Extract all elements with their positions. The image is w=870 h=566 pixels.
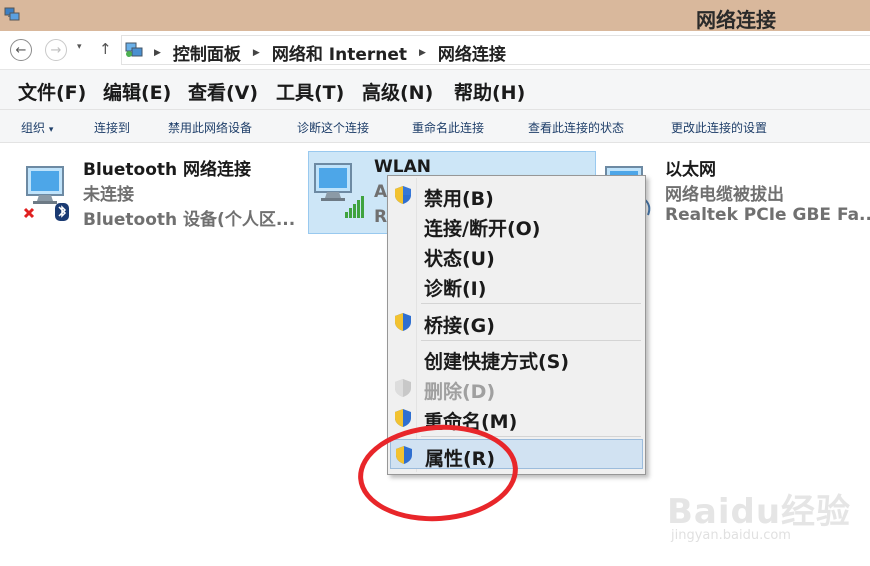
breadcrumb: ▶ 控制面板 ▶ 网络和 Internet ▶ 网络连接 [148,40,506,65]
breadcrumb-separator-icon[interactable]: ▶ [154,48,161,58]
uac-shield-icon [395,409,411,427]
menu-tools[interactable]: 工具(T) [276,78,344,105]
menu-separator [421,303,641,304]
menu-item-label: 连接/断开(O) [424,218,541,240]
breadcrumb-network-connections[interactable]: 网络连接 [438,40,506,65]
menu-item-label: 创建快捷方式(S) [424,351,570,373]
address-bar: ← → ▾ ↑ ▶ 控制面板 ▶ 网络和 Internet ▶ 网络连接 [0,31,870,69]
recent-locations-chevron-icon[interactable]: ▾ [77,42,82,52]
connection-status: 未连接 [83,185,134,205]
control-panel-network-icon [125,42,143,57]
rename-button[interactable]: 重命名此连接 [412,119,484,136]
watermark-url: jingyan.baidu.com [671,528,791,543]
forward-button[interactable]: → [45,39,67,61]
menu-help[interactable]: 帮助(H) [454,78,525,105]
diagnose-button[interactable]: 诊断这个连接 [297,119,369,136]
menu-item-status[interactable]: 状态(U) [390,240,643,270]
breadcrumb-separator-icon[interactable]: ▶ [419,48,426,58]
connect-to-button[interactable]: 连接到 [94,119,130,136]
watermark: Baidu经验 jingyan.baidu.com [665,480,865,560]
menu-item-delete: 删除(D) [390,373,643,403]
arrow-right-icon: → [50,42,62,58]
menu-item-label: 删除(D) [424,381,496,403]
breadcrumb-separator-icon[interactable]: ▶ [253,48,260,58]
connection-device: R [374,207,388,227]
chevron-down-icon: ▾ [48,125,54,135]
breadcrumb-control-panel[interactable]: 控制面板 [173,40,241,65]
watermark-brand: Baidu经验 [667,492,852,532]
address-box[interactable]: ▶ 控制面板 ▶ 网络和 Internet ▶ 网络连接 [121,35,870,65]
connection-bluetooth[interactable]: Bluetooth 网络连接 未连接 Bluetooth 设备(个人区... [17,155,301,235]
arrow-left-icon: ← [15,42,27,58]
view-status-button[interactable]: 查看此连接的状态 [528,119,624,136]
disable-device-button[interactable]: 禁用此网络设备 [168,119,252,136]
wlan-network-icon [314,163,364,218]
organize-button[interactable]: 组织 ▾ [21,119,53,136]
menu-item-connect-disconnect[interactable]: 连接/断开(O) [390,210,643,240]
menu-item-label: 诊断(I) [424,278,487,300]
title-bar: 网络连接 [0,0,870,32]
back-button[interactable]: ← [10,39,32,61]
menu-item-diagnose[interactable]: 诊断(I) [390,270,643,300]
menu-advanced[interactable]: 高级(N) [362,78,433,105]
uac-shield-icon [395,186,411,204]
menu-item-bridge[interactable]: 桥接(G) [390,307,643,337]
command-bar: 组织 ▾ 连接到 禁用此网络设备 诊断这个连接 重命名此连接 查看此连接的状态 … [0,109,870,143]
uac-shield-icon [395,313,411,331]
menu-item-label: 禁用(B) [424,188,494,210]
organize-label: 组织 [21,121,46,135]
menu-item-label: 桥接(G) [424,315,495,337]
menu-file[interactable]: 文件(F) [18,78,86,105]
up-arrow-icon[interactable]: ↑ [99,40,112,58]
connection-status: A [374,182,388,202]
connection-device: Realtek PCIe GBE Fa... [665,205,870,225]
change-settings-button[interactable]: 更改此连接的设置 [671,119,767,136]
bluetooth-network-icon [23,166,69,221]
menu-item-create-shortcut[interactable]: 创建快捷方式(S) [390,343,643,373]
network-app-icon [4,7,20,21]
connection-device: Bluetooth 设备(个人区... [83,210,296,230]
uac-shield-icon [395,379,411,397]
window-title: 网络连接 [696,8,776,32]
connection-name: 以太网 [665,160,716,180]
menu-separator [421,340,641,341]
connection-name: Bluetooth 网络连接 [83,160,252,180]
connection-status: 网络电缆被拔出 [665,185,784,205]
connection-name: WLAN [374,157,431,177]
menu-item-disable[interactable]: 禁用(B) [390,180,643,210]
breadcrumb-network-internet[interactable]: 网络和 Internet [272,40,407,65]
menu-item-label: 状态(U) [424,248,495,270]
menu-view[interactable]: 查看(V) [188,78,258,105]
menu-edit[interactable]: 编辑(E) [103,78,171,105]
menu-bar: 文件(F) 编辑(E) 查看(V) 工具(T) 高级(N) 帮助(H) [0,69,870,109]
